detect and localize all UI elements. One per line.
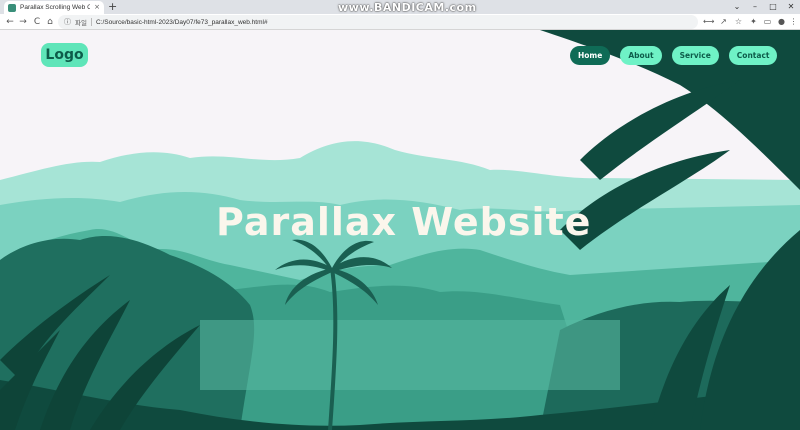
address-scheme: 파일 — [75, 20, 87, 27]
close-window-icon[interactable]: ✕ — [780, 0, 800, 14]
new-tab-button[interactable]: + — [108, 0, 117, 14]
browser-tab[interactable]: Parallax Scrolling Web Cloning × — [4, 1, 104, 14]
hero-title: Parallax Website — [216, 200, 592, 244]
tab-bar: Parallax Scrolling Web Cloning × + www.B… — [0, 0, 800, 14]
share-icon[interactable]: ↗ — [718, 16, 729, 28]
favicon-icon — [8, 3, 16, 12]
site-info-icon[interactable]: ⓘ — [64, 17, 71, 27]
tab-title: Parallax Scrolling Web Cloning — [20, 4, 91, 11]
nav-service[interactable]: Service — [671, 46, 719, 65]
recording-watermark: www.BANDICAM.com — [338, 1, 477, 14]
nav-contact[interactable]: Contact — [728, 46, 778, 65]
page-viewport: Logo Home About Service Contact Parallax… — [0, 30, 800, 430]
logo[interactable]: Logo — [41, 43, 88, 67]
translate-icon[interactable]: ⟷ — [703, 16, 714, 28]
profile-icon[interactable]: ● — [776, 16, 787, 28]
sidebar-icon[interactable]: ▭ — [762, 16, 773, 28]
tab-close-icon[interactable]: × — [94, 4, 100, 11]
home-icon[interactable]: ⌂ — [44, 15, 56, 29]
nav-about[interactable]: About — [620, 46, 662, 65]
star-icon[interactable]: ☆ — [733, 16, 744, 28]
back-icon[interactable]: ← — [4, 15, 16, 29]
address-url[interactable]: C:/Source/basic-html-2023/Day07/fe73_par… — [96, 19, 268, 26]
address-bar[interactable]: ⓘ 파일 C:/Source/basic-html-2023/Day07/fe7… — [58, 15, 698, 29]
forward-icon[interactable]: → — [17, 15, 29, 29]
mist-band — [200, 320, 620, 390]
address-divider — [90, 18, 92, 26]
extensions-icon[interactable]: ✦ — [748, 16, 759, 28]
browser-toolbar: ← → C ⌂ ⓘ 파일 C:/Source/basic-html-2023/D… — [0, 14, 800, 30]
menu-icon[interactable]: ⋮ — [788, 16, 799, 28]
nav-home[interactable]: Home — [570, 46, 611, 65]
main-nav: Home About Service Contact — [570, 46, 778, 66]
reload-icon[interactable]: C — [31, 15, 43, 29]
